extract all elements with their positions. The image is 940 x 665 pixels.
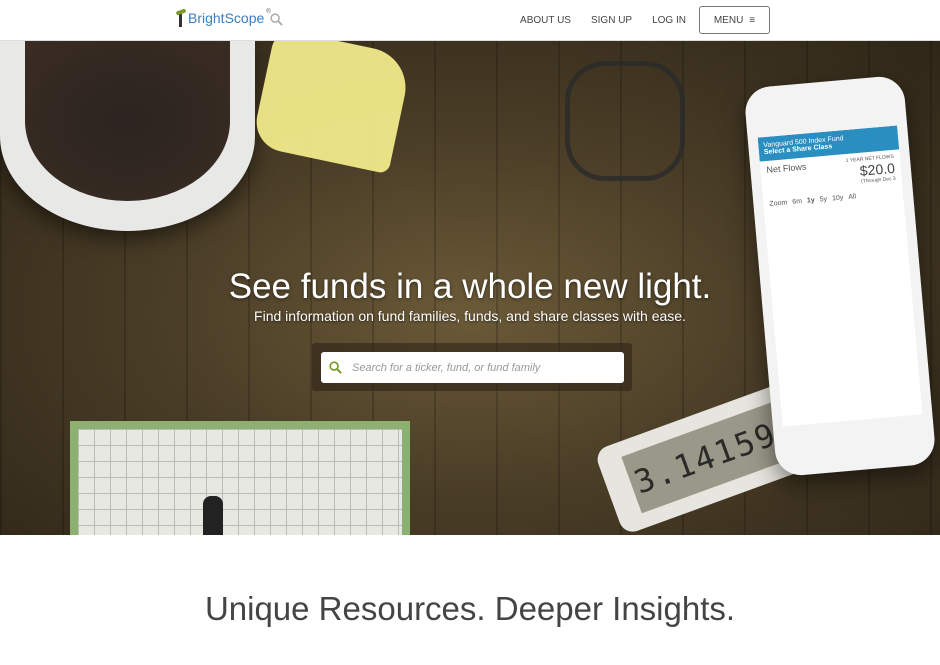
menu-button[interactable]: MENU ≡ [699,6,770,34]
notebook-image [70,421,410,535]
logo-text: BrightScope [188,10,265,26]
top-nav: ABOUT US SIGN UP LOG IN [520,0,686,41]
fund-search-input[interactable] [352,361,602,374]
section-heading: Unique Resources. Deeper Insights. [204,590,736,627]
header: BrightScope ® ABOUT US SIGN UP LOG IN MEN… [0,0,940,41]
pen-image [203,496,223,535]
search-icon [329,361,342,374]
search-icon[interactable] [270,13,283,26]
coffee-cup-image [0,41,255,231]
nav-log-in[interactable]: LOG IN [652,15,686,26]
hero-banner: 3.1415926 Vanguard 500 Index Fund Select … [0,41,940,535]
telescope-figure-icon [176,9,186,27]
nav-sign-up[interactable]: SIGN UP [591,15,632,26]
hero-subtitle: Find information on fund families, funds… [254,308,686,324]
phone-zoom-label: Zoom [769,199,788,208]
menu-label: MENU [713,14,744,26]
brightscope-logo[interactable]: BrightScope ® [176,9,271,27]
phone-range: All [848,193,857,201]
phone-range: 6m [792,198,803,206]
crumpled-paper-image [251,41,413,175]
fund-search-box[interactable] [321,352,624,383]
phone-metric: Net Flows [766,161,807,175]
hamburger-icon: ≡ [749,14,756,26]
phone-range: 10y [831,194,844,203]
hero-title: See funds in a whole new light. [228,267,712,306]
nav-about-us[interactable]: ABOUT US [520,15,571,26]
phone-range: 5y [819,195,828,204]
phone-range: 1y [806,196,816,205]
glasses-image [565,61,685,181]
